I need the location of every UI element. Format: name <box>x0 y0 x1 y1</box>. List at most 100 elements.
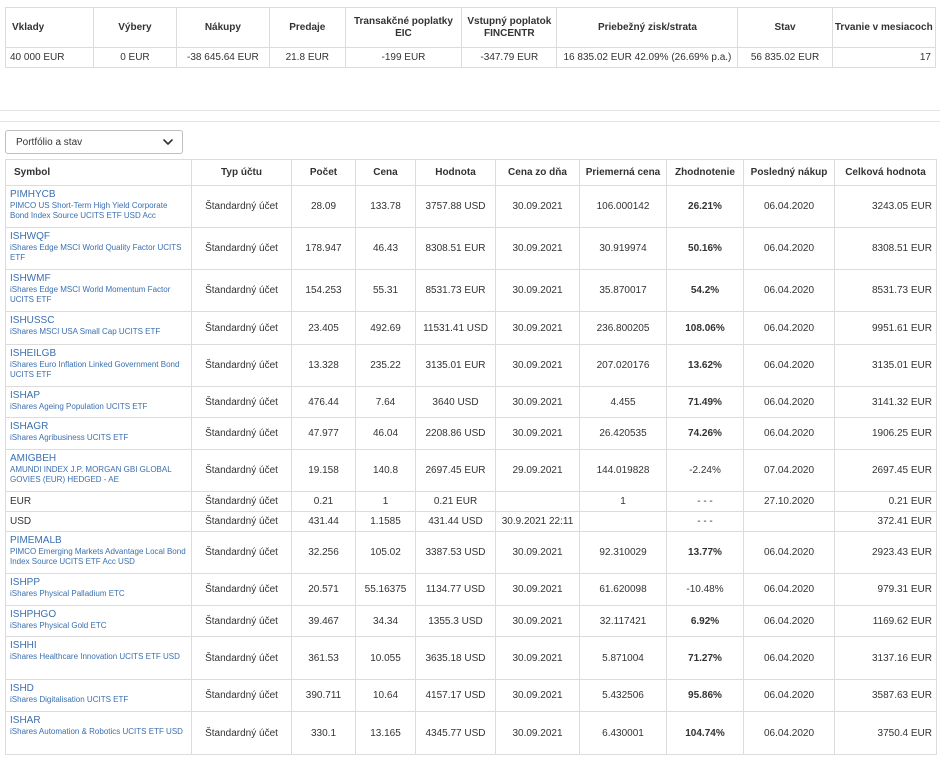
average-price-cell: 32.117421 <box>579 605 667 637</box>
value-cell: 8308.51 EUR <box>415 227 496 270</box>
price-cell: 7.64 <box>355 386 416 418</box>
symbol-link[interactable]: ISHWMF <box>10 273 187 285</box>
account-type-cell: Štandardný účet <box>191 605 292 637</box>
count-cell: 476.44 <box>291 386 356 418</box>
value-cell: 4157.17 USD <box>415 679 496 712</box>
symbol-cell: ISHAR iShares Automation & Robotics UCITS… <box>5 711 192 755</box>
summary-values-row: 40 000 EUR 0 EUR -38 645.64 EUR 21.8 EUR… <box>5 47 937 68</box>
price-date-cell: 30.09.2021 <box>495 531 580 574</box>
fund-name[interactable]: iShares MSCI USA Small Cap UCITS ETF <box>10 327 187 337</box>
symbol-link[interactable]: AMIGBEH <box>10 453 187 465</box>
average-price-cell: 1 <box>579 491 667 512</box>
last-purchase-cell: 06.04.2020 <box>743 311 835 345</box>
count-cell: 23.405 <box>291 311 356 345</box>
total-value-cell: 3137.16 EUR <box>834 636 937 680</box>
last-purchase-cell: 06.04.2020 <box>743 605 835 637</box>
symbol-link[interactable]: ISHWQF <box>10 231 187 243</box>
last-purchase-cell: 06.04.2020 <box>743 636 835 680</box>
count-cell: 28.09 <box>291 185 356 228</box>
symbol-link[interactable]: ISHHI <box>10 640 187 652</box>
total-value-cell: 3243.05 EUR <box>834 185 937 228</box>
symbol-cell: PIMEMALB PIMCO Emerging Markets Advantage… <box>5 531 192 574</box>
summary-table: Vklady Výbery Nákupy Predaje Transakčné … <box>5 7 937 68</box>
fund-name[interactable]: AMUNDI INDEX J.P. MORGAN GBI GLOBAL GOVI… <box>10 465 187 485</box>
account-type-cell: Štandardný účet <box>191 511 292 532</box>
total-value-cell: 9951.61 EUR <box>834 311 937 345</box>
symbol-link[interactable]: ISHPP <box>10 577 187 589</box>
view-select[interactable]: Portfólio a stav <box>5 130 183 154</box>
column-header-count: Počet <box>291 159 356 186</box>
symbol-link[interactable]: ISHAR <box>10 715 187 727</box>
total-value-cell: 372.41 EUR <box>834 511 937 532</box>
symbol-link[interactable]: ISHD <box>10 683 187 695</box>
summary-header-withdrawals: Výbery <box>92 7 177 48</box>
account-type-cell: Štandardný účet <box>191 311 292 345</box>
total-value-cell: 8531.73 EUR <box>834 269 937 312</box>
fund-name[interactable]: iShares Healthcare Innovation UCITS ETF … <box>10 652 187 662</box>
total-value-cell: 8308.51 EUR <box>834 227 937 270</box>
fund-name[interactable]: PIMCO Emerging Markets Advantage Local B… <box>10 547 187 567</box>
summary-transaction-fees: -199 EUR <box>344 47 463 68</box>
fund-name[interactable]: iShares Physical Gold ETC <box>10 621 187 631</box>
price-cell: 55.16375 <box>355 573 416 606</box>
fund-name[interactable]: iShares Digitalisation UCITS ETF <box>10 695 187 705</box>
price-cell: 133.78 <box>355 185 416 228</box>
count-cell: 390.711 <box>291 679 356 712</box>
symbol-link[interactable]: PIMEMALB <box>10 535 187 547</box>
column-header-last-purchase: Posledný nákup <box>743 159 835 186</box>
fund-name[interactable]: iShares Edge MSCI World Quality Factor U… <box>10 243 187 263</box>
table-row: AMIGBEH AMUNDI INDEX J.P. MORGAN GBI GLOB… <box>5 449 937 492</box>
account-type-cell: Štandardný účet <box>191 269 292 312</box>
total-value-cell: 3750.4 EUR <box>834 711 937 755</box>
symbol-link[interactable]: ISHUSSC <box>10 315 187 327</box>
average-price-cell: 5.871004 <box>579 636 667 680</box>
table-row: ISHAR iShares Automation & Robotics UCITS… <box>5 711 937 755</box>
column-header-account-type: Typ účtu <box>191 159 292 186</box>
fund-name[interactable]: PIMCO US Short-Term High Yield Corporate… <box>10 201 187 221</box>
count-cell: 178.947 <box>291 227 356 270</box>
divider <box>0 110 940 111</box>
last-purchase-cell: 06.04.2020 <box>743 711 835 755</box>
average-price-cell <box>579 511 667 532</box>
fund-name[interactable]: iShares Edge MSCI World Momentum Factor … <box>10 285 187 305</box>
table-row: PIMHYCB PIMCO US Short-Term High Yield Co… <box>5 185 937 228</box>
account-type-cell: Štandardný účet <box>191 636 292 680</box>
average-price-cell: 207.020176 <box>579 344 667 387</box>
summary-duration: 17 <box>831 47 937 68</box>
value-cell: 0.21 EUR <box>415 491 496 512</box>
price-date-cell: 30.09.2021 <box>495 227 580 270</box>
value-cell: 2208.86 USD <box>415 417 496 450</box>
fund-name[interactable]: iShares Ageing Population UCITS ETF <box>10 402 187 412</box>
portfolio-body: PIMHYCB PIMCO US Short-Term High Yield Co… <box>5 185 937 755</box>
symbol-link: USD <box>10 516 32 527</box>
portfolio-table: Symbol Typ účtu Počet Cena Hodnota Cena … <box>5 159 937 755</box>
symbol-cell: ISHWMF iShares Edge MSCI World Momentum F… <box>5 269 192 312</box>
value-cell: 3387.53 USD <box>415 531 496 574</box>
average-price-cell: 92.310029 <box>579 531 667 574</box>
table-row: ISHWMF iShares Edge MSCI World Momentum F… <box>5 269 937 312</box>
last-purchase-cell: 06.04.2020 <box>743 386 835 418</box>
table-row: ISHPP iShares Physical Palladium ETC Štand… <box>5 573 937 606</box>
total-value-cell: 979.31 EUR <box>834 573 937 606</box>
symbol-link[interactable]: ISHEILGB <box>10 348 187 360</box>
fund-name[interactable]: iShares Euro Inflation Linked Government… <box>10 360 187 380</box>
fund-name[interactable]: iShares Agribusiness UCITS ETF <box>10 433 187 443</box>
value-cell: 1134.77 USD <box>415 573 496 606</box>
count-cell: 47.977 <box>291 417 356 450</box>
price-date-cell: 29.09.2021 <box>495 449 580 492</box>
column-header-price-date: Cena zo dňa <box>495 159 580 186</box>
symbol-link[interactable]: PIMHYCB <box>10 189 187 201</box>
fund-name[interactable]: iShares Physical Palladium ETC <box>10 589 187 599</box>
symbol-link[interactable]: ISHAP <box>10 390 187 402</box>
price-cell: 34.34 <box>355 605 416 637</box>
value-cell: 2697.45 EUR <box>415 449 496 492</box>
symbol-cell: PIMHYCB PIMCO US Short-Term High Yield Co… <box>5 185 192 228</box>
symbol-link[interactable]: ISHPHGO <box>10 609 187 621</box>
summary-withdrawals: 0 EUR <box>92 47 177 68</box>
last-purchase-cell: 06.04.2020 <box>743 344 835 387</box>
divider <box>0 121 940 122</box>
fund-name[interactable]: iShares Automation & Robotics UCITS ETF … <box>10 727 187 737</box>
symbol-link[interactable]: ISHAGR <box>10 421 187 433</box>
value-cell: 4345.77 USD <box>415 711 496 755</box>
summary-purchases: -38 645.64 EUR <box>175 47 270 68</box>
